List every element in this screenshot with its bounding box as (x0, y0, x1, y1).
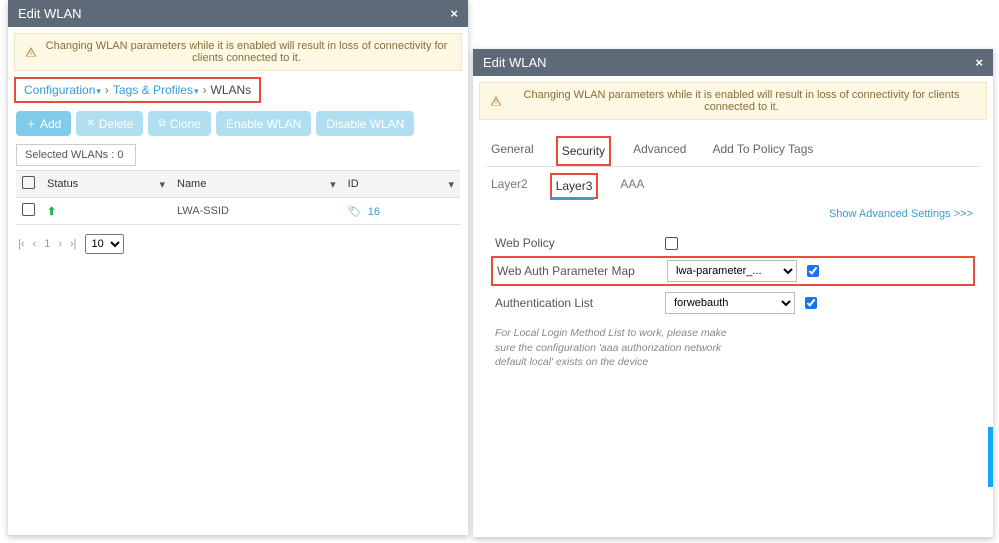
tab-policy-tags[interactable]: Add To Policy Tags (708, 136, 817, 166)
auth-list-row: Authentication List forwebauth (491, 286, 975, 320)
row-status: ⬆ (41, 198, 171, 225)
pager-first[interactable]: |‹ (18, 238, 25, 250)
clone-label: Clone (170, 117, 201, 131)
row-id: 🏷 16 (342, 198, 460, 225)
disable-label: Disable WLAN (326, 117, 404, 131)
row-id-value: 16 (368, 206, 380, 218)
tab-security[interactable]: Security (556, 136, 611, 166)
add-button[interactable]: ＋ Add (16, 111, 71, 136)
warning-icon (490, 95, 502, 107)
active-underline (550, 197, 594, 200)
delete-label: Delete (99, 117, 134, 131)
chevron-right-icon: › (203, 83, 207, 97)
close-icon[interactable]: × (450, 6, 458, 21)
pager: |‹ ‹ 1 › ›| 10 (8, 229, 468, 259)
breadcrumb: Configuration › Tags & Profiles › WLANs (14, 77, 261, 103)
panel-title: Edit WLAN (483, 55, 547, 70)
wlans-table: Status ▾ Name ▾ ID ▾ ⬆ LWA-SSID 🏷 16 (16, 170, 460, 225)
row-checkbox[interactable] (16, 198, 41, 225)
panel-header: Edit WLAN × (473, 49, 993, 76)
header-name[interactable]: Name ▾ (171, 171, 342, 198)
pager-next[interactable]: › (58, 238, 62, 250)
scroll-accent (988, 427, 993, 487)
web-auth-map-label: Web Auth Parameter Map (497, 264, 657, 278)
delete-button[interactable]: ✕ Delete (76, 111, 143, 136)
subtab-layer2[interactable]: Layer2 (487, 173, 532, 200)
web-policy-row: Web Policy (491, 230, 975, 256)
main-tabs: General Security Advanced Add To Policy … (487, 132, 979, 167)
header-name-label: Name (177, 178, 206, 190)
plus-icon: ＋ (26, 116, 36, 131)
row-name: LWA-SSID (171, 198, 342, 225)
web-policy-checkbox[interactable] (665, 237, 678, 250)
header-id[interactable]: ID ▾ (342, 171, 460, 198)
auth-list-label: Authentication List (495, 296, 655, 310)
clone-button[interactable]: ⧉ Clone (148, 111, 211, 136)
breadcrumb-tags-profiles[interactable]: Tags & Profiles (113, 83, 199, 97)
filter-icon[interactable]: ▾ (330, 178, 336, 191)
web-auth-map-select[interactable]: lwa-parameter_... (667, 260, 797, 282)
disable-wlan-button[interactable]: Disable WLAN (316, 111, 414, 136)
warning-banner: Changing WLAN parameters while it is ena… (14, 33, 462, 71)
toolbar: ＋ Add ✕ Delete ⧉ Clone Enable WLAN Disable … (8, 111, 468, 144)
add-label: Add (40, 117, 61, 131)
enable-label: Enable WLAN (226, 117, 301, 131)
web-auth-param-map-row: Web Auth Parameter Map lwa-parameter_... (491, 256, 975, 286)
selected-wlans-count: Selected WLANs : 0 (16, 144, 136, 166)
header-id-label: ID (348, 178, 359, 190)
warning-banner: Changing WLAN parameters while it is ena… (479, 82, 987, 120)
warning-text: Changing WLAN parameters while it is ena… (507, 89, 976, 113)
pager-last[interactable]: ›| (70, 238, 77, 250)
breadcrumb-configuration[interactable]: Configuration (24, 83, 101, 97)
chevron-right-icon: › (105, 83, 109, 97)
show-advanced-link[interactable]: Show Advanced Settings >>> (487, 204, 979, 224)
auth-list-select[interactable]: forwebauth (665, 292, 795, 314)
close-icon[interactable]: × (975, 55, 983, 70)
x-icon: ✕ (86, 118, 94, 129)
header-checkbox[interactable] (16, 171, 41, 198)
tab-general[interactable]: General (487, 136, 538, 166)
header-status[interactable]: Status ▾ (41, 171, 171, 198)
warning-icon (25, 46, 37, 58)
panel-title: Edit WLAN (18, 6, 82, 21)
subtab-layer3[interactable]: Layer3 (550, 173, 599, 199)
helper-text: For Local Login Method List to work, ple… (491, 320, 741, 376)
pager-current: 1 (44, 238, 50, 250)
security-subtabs: Layer2 Layer3 AAA (487, 167, 979, 204)
tag-icon: 🏷 (348, 206, 362, 218)
layer3-form: Web Policy Web Auth Parameter Map lwa-pa… (487, 224, 979, 382)
web-auth-map-external-checkbox[interactable] (807, 265, 819, 277)
web-policy-label: Web Policy (495, 236, 655, 250)
auth-list-external-checkbox[interactable] (805, 297, 817, 309)
filter-icon[interactable]: ▾ (448, 178, 454, 191)
breadcrumb-wlans: WLANs (211, 83, 252, 97)
edit-wlan-panel-right: Edit WLAN × Changing WLAN parameters whi… (473, 49, 993, 537)
table-row[interactable]: ⬆ LWA-SSID 🏷 16 (16, 198, 460, 225)
enable-wlan-button[interactable]: Enable WLAN (216, 111, 311, 136)
clone-icon: ⧉ (158, 118, 165, 129)
page-size-select[interactable]: 10 (85, 234, 124, 254)
panel-header: Edit WLAN × (8, 0, 468, 27)
header-status-label: Status (47, 178, 78, 190)
pager-prev[interactable]: ‹ (33, 238, 37, 250)
filter-icon[interactable]: ▾ (159, 178, 165, 191)
edit-wlan-panel-left: Edit WLAN × Changing WLAN parameters whi… (8, 0, 468, 535)
warning-text: Changing WLAN parameters while it is ena… (42, 40, 451, 64)
status-up-icon: ⬆ (47, 206, 56, 218)
tab-advanced[interactable]: Advanced (629, 136, 690, 166)
subtab-aaa[interactable]: AAA (616, 173, 648, 200)
